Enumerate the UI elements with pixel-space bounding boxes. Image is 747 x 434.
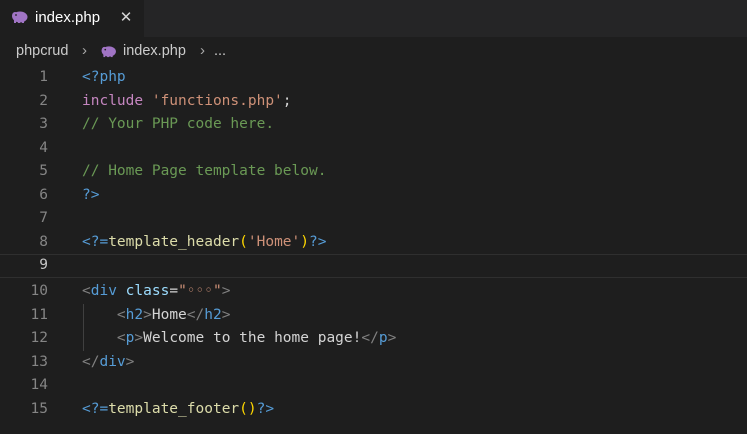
code-line[interactable]: 10 <div class="◦◦◦"> xyxy=(0,280,747,304)
line-content: include 'functions.php'; xyxy=(82,90,292,113)
php-echo-tag: <?= xyxy=(82,233,109,250)
php-open-tag: <?php xyxy=(82,69,126,85)
tag-bracket: < xyxy=(116,306,126,323)
code-line-current[interactable]: 9 xyxy=(0,254,747,278)
code-line[interactable]: 7 xyxy=(0,207,747,231)
code-line[interactable]: 12 <p>Welcome to the home page!</p> xyxy=(0,327,747,351)
php-close-tag: ?> xyxy=(82,186,100,203)
code-line[interactable]: 3 // Your PHP code here. xyxy=(0,113,747,137)
bracket: () xyxy=(239,400,257,417)
text-content: Home xyxy=(151,306,187,323)
line-number: 4 xyxy=(39,139,48,156)
line-content: <?=template_footer()?> xyxy=(82,398,274,421)
html-tag: div xyxy=(90,283,117,299)
breadcrumb: phpcrud › index.php › ... xyxy=(0,37,747,64)
php-echo-tag: <?= xyxy=(82,400,109,417)
line-content: <h2>Home</h2> xyxy=(82,304,231,327)
comment: // Home Page template below. xyxy=(82,163,327,179)
attribute-value-folded[interactable]: "◦◦◦" xyxy=(178,283,222,299)
punctuation: = xyxy=(169,283,179,299)
code-line[interactable]: 8 <?=template_header('Home')?> xyxy=(0,231,747,255)
line-number: 3 xyxy=(39,116,48,132)
breadcrumb-file[interactable]: index.php xyxy=(123,42,186,60)
line-content: <?=template_header('Home')?> xyxy=(82,231,326,254)
line-content: <p>Welcome to the home page!</p> xyxy=(82,327,396,350)
code-line[interactable]: 1 <?php xyxy=(0,66,747,90)
code-line[interactable]: 15 <?=template_footer()?> xyxy=(0,398,747,422)
line-content: <?php xyxy=(82,66,126,89)
code-line[interactable]: 6 ?> xyxy=(0,184,747,208)
chevron-right-icon: › xyxy=(82,42,87,59)
function-name: template_header xyxy=(108,233,240,250)
line-content: // Your PHP code here. xyxy=(82,113,274,136)
breadcrumb-folder[interactable]: phpcrud xyxy=(16,42,68,60)
tag-bracket: > xyxy=(125,353,135,370)
line-number: 14 xyxy=(30,377,48,393)
tag-bracket: </ xyxy=(186,306,205,323)
text-content: Welcome to the home page! xyxy=(143,330,362,346)
line-content: <div class="◦◦◦"> xyxy=(82,280,230,303)
close-icon[interactable]: ✕ xyxy=(118,7,134,27)
attribute-name: class xyxy=(125,283,170,299)
chevron-right-icon: › xyxy=(200,42,205,59)
code-line[interactable]: 11 <h2>Home</h2> xyxy=(0,304,747,328)
line-number: 9 xyxy=(39,257,48,273)
breadcrumb-symbols[interactable]: ... xyxy=(214,42,226,60)
bracket: ) xyxy=(300,233,310,250)
string: 'Home' xyxy=(247,233,301,250)
string: 'functions.php' xyxy=(151,92,283,109)
line-number: 6 xyxy=(39,186,48,203)
line-number: 10 xyxy=(30,283,48,299)
line-number: 11 xyxy=(30,306,48,323)
tag-bracket: > xyxy=(134,330,144,346)
line-content: </div> xyxy=(82,351,134,374)
tag-bracket: </ xyxy=(82,353,100,370)
php-close-tag: ?> xyxy=(256,400,275,417)
bracket: ( xyxy=(239,233,248,250)
line-number: 12 xyxy=(30,330,48,346)
line-number: 8 xyxy=(39,233,48,250)
html-tag: p xyxy=(378,330,388,346)
line-content: // Home Page template below. xyxy=(82,160,326,183)
php-close-tag: ?> xyxy=(309,233,327,250)
tag-bracket: < xyxy=(82,283,91,299)
tag-bracket: > xyxy=(143,306,152,323)
code-line[interactable]: 13 </div> xyxy=(0,351,747,375)
code-line[interactable]: 2 include 'functions.php'; xyxy=(0,90,747,114)
tag-bracket: > xyxy=(221,283,231,299)
php-elephant-icon xyxy=(101,46,116,58)
html-tag: h2 xyxy=(125,306,144,323)
code-line[interactable]: 5 // Home Page template below. xyxy=(0,160,747,184)
tab-label: index.php xyxy=(35,9,101,26)
line-number: 2 xyxy=(39,92,48,109)
code-editor[interactable]: 1 <?php 2 include 'functions.php'; 3 // … xyxy=(0,64,747,434)
html-tag: div xyxy=(99,353,126,370)
php-elephant-icon xyxy=(12,11,28,23)
code-line[interactable]: 14 xyxy=(0,374,747,398)
code-line[interactable]: 4 xyxy=(0,137,747,161)
line-content: ?> xyxy=(82,184,99,207)
line-number: 7 xyxy=(39,210,48,226)
line-number: 15 xyxy=(30,400,48,417)
html-tag: h2 xyxy=(204,306,222,323)
tag-bracket: > xyxy=(221,306,231,323)
tag-bracket: < xyxy=(116,330,126,346)
line-number: 1 xyxy=(39,69,48,85)
line-number: 13 xyxy=(30,353,48,370)
tag-bracket: > xyxy=(387,330,397,346)
line-number: 5 xyxy=(39,163,48,179)
tag-bracket: </ xyxy=(361,330,379,346)
editor-tab-bar: index.php ✕ xyxy=(0,0,747,37)
comment: // Your PHP code here. xyxy=(82,116,275,132)
punctuation: ; xyxy=(282,92,292,109)
tab-index-php[interactable]: index.php ✕ xyxy=(0,0,144,37)
function-name: template_footer xyxy=(108,400,240,417)
keyword: include xyxy=(82,92,144,109)
